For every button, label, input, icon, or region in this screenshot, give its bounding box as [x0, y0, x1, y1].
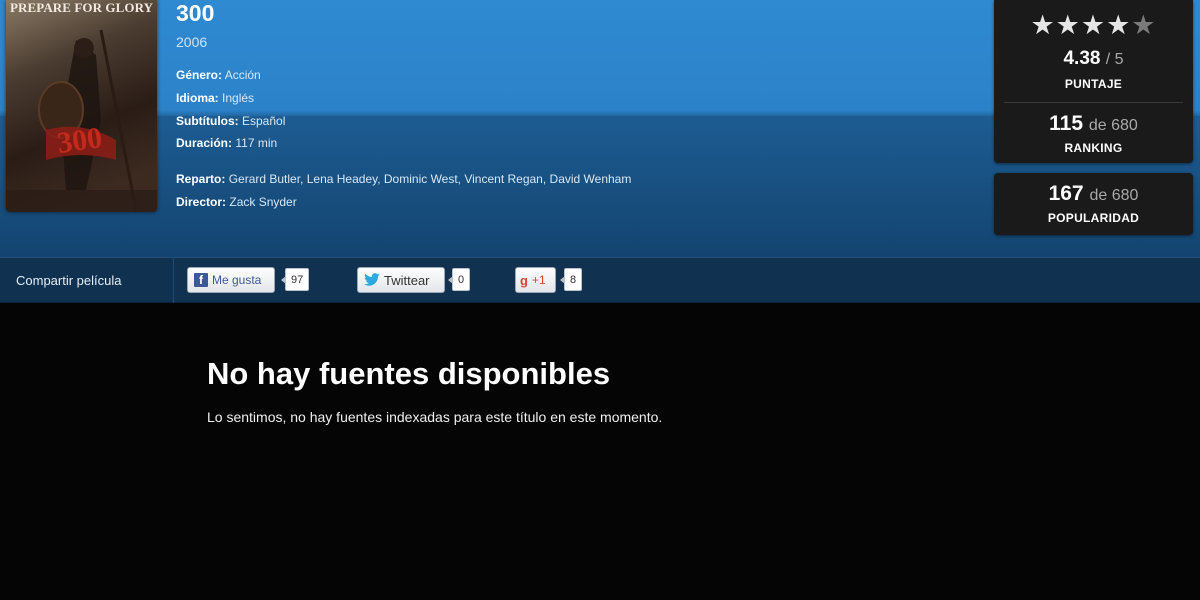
popularity-total: de 680 — [1089, 187, 1139, 204]
half-star-icon: ★ — [1131, 10, 1157, 40]
facebook-like-button[interactable]: f Me gusta — [187, 267, 275, 293]
share-bar: Compartir película f Me gusta 97 Twittea… — [0, 257, 1200, 303]
tweet-label: Twittear — [384, 272, 430, 288]
detail-value: Español — [242, 114, 286, 128]
cast-list-link[interactable]: Gerard Butler, Lena Headey, Dominic West… — [229, 172, 632, 186]
detail-cast: Reparto: Gerard Butler, Lena Headey, Dom… — [176, 172, 631, 186]
divider — [1004, 102, 1183, 103]
detail-duration: Duración: 117 min — [176, 136, 277, 150]
share-label: Compartir película — [16, 273, 122, 288]
twitter-bird-icon — [364, 273, 380, 286]
detail-value: Inglés — [222, 91, 255, 105]
detail-label: Director: — [176, 195, 227, 209]
tweet-button[interactable]: Twittear — [357, 267, 445, 293]
rating-panel: ★★★★★ 4.38 / 5 PUNTAJE 115 de 680 RANKIN… — [994, 0, 1193, 163]
google-plus-one-label: +1 — [531, 273, 546, 287]
no-sources-heading: No hay fuentes disponibles — [207, 356, 611, 391]
detail-label: Subtítulos: — [176, 114, 239, 128]
tweet-count: 0 — [447, 268, 471, 291]
ranking-label: RANKING — [1064, 141, 1123, 155]
movie-header: 300 PREPARE FOR GLORY 300 2006 Género: A… — [0, 0, 1200, 257]
detail-director: Director: Zack Snyder — [176, 195, 297, 209]
poster-image: 300 PREPARE FOR GLORY — [6, 0, 157, 212]
movie-title: 300 — [176, 0, 215, 26]
score-value: 4.38 / 5 — [994, 48, 1193, 70]
detail-label: Duración: — [176, 136, 233, 150]
score-max: / 5 — [1105, 51, 1124, 68]
ranking-number: 115 — [1049, 112, 1084, 135]
popularity-value: 167 de 680 — [994, 182, 1193, 206]
poster-tagline-text: PREPARE FOR GLORY — [10, 0, 154, 15]
score-label: PUNTAJE — [1064, 77, 1123, 91]
star-icon: ★★★★ — [1030, 10, 1132, 40]
detail-value[interactable]: Acción — [225, 68, 261, 82]
ranking-total: de 680 — [1088, 117, 1138, 134]
detail-subtitles: Subtítulos: Español — [176, 114, 285, 128]
google-plus-one-button[interactable]: g +1 — [515, 267, 556, 293]
detail-genre: Género: Acción — [176, 68, 261, 82]
ranking-value: 115 de 680 — [994, 112, 1193, 136]
popularity-panel: 167 de 680 POPULARIDAD — [994, 173, 1193, 235]
movie-poster[interactable]: 300 PREPARE FOR GLORY — [6, 0, 157, 212]
star-rating: ★★★★★ — [994, 10, 1193, 40]
detail-label: Reparto: — [176, 172, 226, 186]
popularity-label: POPULARIDAD — [1047, 211, 1140, 225]
movie-year: 2006 — [176, 34, 208, 50]
detail-value: 117 min — [235, 136, 278, 150]
director-link[interactable]: Zack Snyder — [229, 195, 296, 209]
no-sources-message: Lo sentimos, no hay fuentes indexadas pa… — [207, 409, 663, 425]
facebook-like-count: 97 — [280, 268, 310, 291]
google-plus-icon: g — [520, 272, 528, 288]
poster-title-text: 300 — [55, 121, 104, 160]
detail-label: Género: — [176, 68, 223, 82]
score-number: 4.38 — [1063, 48, 1101, 69]
facebook-icon: f — [194, 273, 208, 287]
facebook-like-label: Me gusta — [212, 273, 262, 287]
popularity-number: 167 — [1048, 182, 1084, 205]
google-plus-one-count: 8 — [559, 268, 583, 291]
divider — [173, 258, 174, 303]
detail-label: Idioma: — [176, 91, 219, 105]
detail-language: Idioma: Inglés — [176, 91, 254, 105]
